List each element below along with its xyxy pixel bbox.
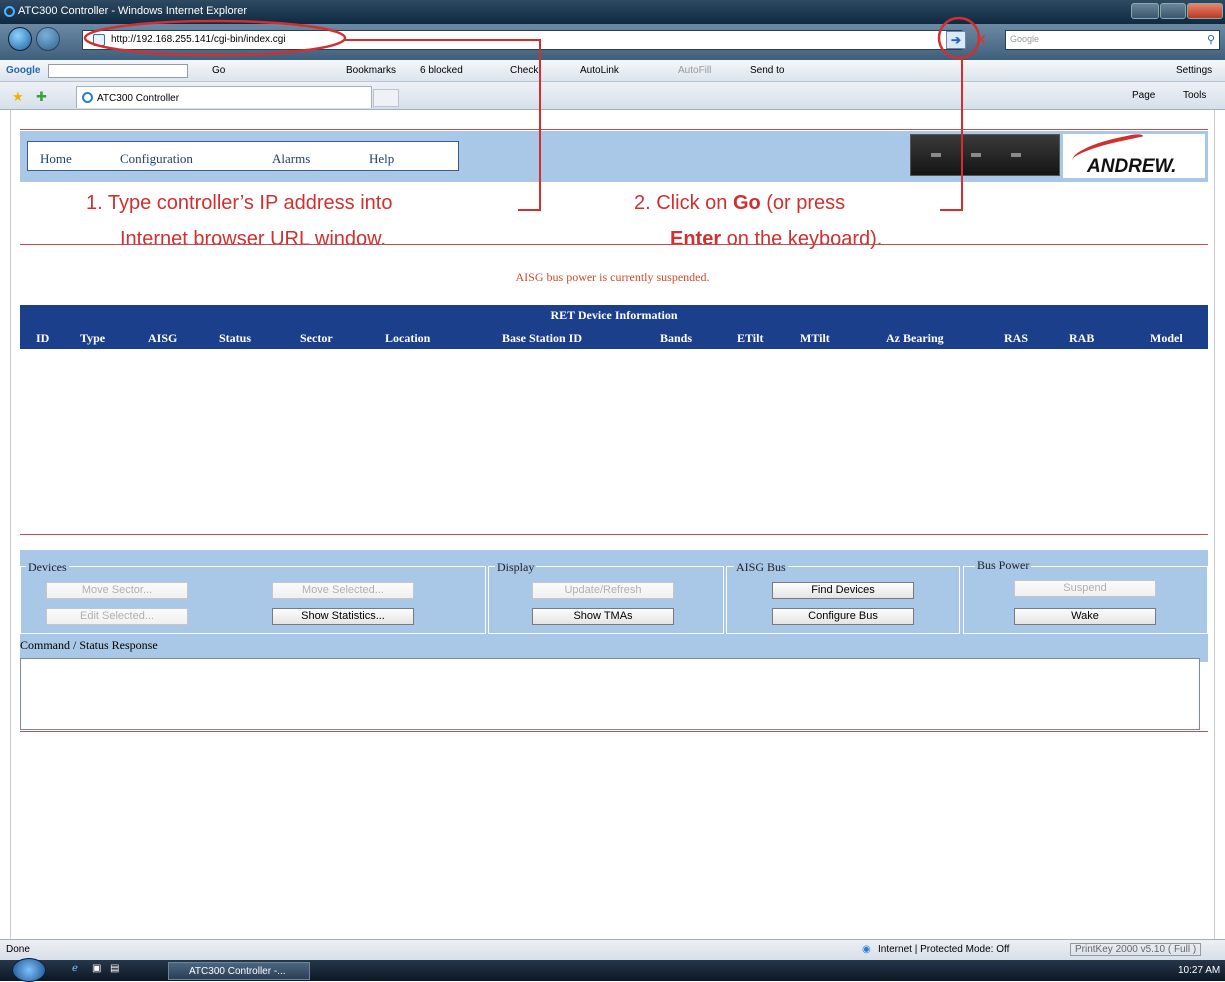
printkey-indicator: PrintKey 2000 v5.10 ( Full ) xyxy=(1070,943,1202,956)
taskbar: ℯ ▣ ▤ ATC300 Controller -... 10:27 AM xyxy=(0,958,1225,982)
show-desktop-icon[interactable]: ▣ xyxy=(92,963,101,974)
clock: 10:27 AM xyxy=(1178,965,1221,976)
update-refresh-button[interactable]: Update/Refresh xyxy=(532,582,674,599)
address-highlight-ellipse xyxy=(83,19,347,57)
aisg-bus-label: AISG Bus xyxy=(734,560,788,575)
taskbar-task-label: ATC300 Controller -... xyxy=(189,966,286,977)
annotation-step2-line1: 2. Click on Go (or press xyxy=(634,192,845,215)
bus-power-label: Bus Power xyxy=(975,558,1032,573)
column-status[interactable]: Status xyxy=(219,331,251,346)
go-highlight-circle xyxy=(937,16,981,60)
column-mtilt[interactable]: MTilt xyxy=(800,331,830,346)
find-devices-button[interactable]: Find Devices xyxy=(772,582,914,599)
configure-bus-button[interactable]: Configure Bus xyxy=(772,608,914,625)
column-ras[interactable]: RAS xyxy=(1004,331,1028,346)
annotation-step2-line2: Enter on the keyboard). xyxy=(670,228,882,251)
divider xyxy=(20,244,1208,245)
bus-power-status-message: AISG bus power is currently suspended. xyxy=(515,270,710,284)
column-sector[interactable]: Sector xyxy=(300,331,333,346)
switch-windows-icon[interactable]: ▤ xyxy=(110,963,119,974)
ret-table-title: RET Device Information xyxy=(550,308,678,322)
column-id[interactable]: ID xyxy=(36,331,49,346)
column-rab[interactable]: RAB xyxy=(1069,331,1094,346)
callout-line-2 xyxy=(940,58,963,211)
column-aisg[interactable]: AISG xyxy=(148,331,177,346)
column-etilt[interactable]: ETilt xyxy=(737,331,763,346)
start-button[interactable] xyxy=(12,958,46,982)
annotation-step2-go: Go xyxy=(732,192,761,214)
display-label: Display xyxy=(495,560,537,575)
status-bar: Done ◉ Internet | Protected Mode: Off Pr… xyxy=(0,939,1225,960)
internet-zone-icon: ◉ xyxy=(862,944,871,955)
move-selected-button[interactable]: Move Selected... xyxy=(272,582,414,599)
column-model[interactable]: Model xyxy=(1150,331,1183,346)
callout-lines xyxy=(83,16,981,211)
taskbar-task-ie[interactable]: ATC300 Controller -... xyxy=(168,962,310,980)
ret-device-table-header: RET Device Information ID Type AISG Stat… xyxy=(20,305,1208,349)
control-panel: Devices Display AISG Bus Bus Power Move … xyxy=(20,550,1208,662)
column-base-station-id[interactable]: Base Station ID xyxy=(502,331,582,346)
column-az-bearing[interactable]: Az Bearing xyxy=(886,331,944,346)
column-location[interactable]: Location xyxy=(385,331,430,346)
command-status-response[interactable] xyxy=(20,658,1200,730)
divider xyxy=(20,534,1208,535)
annotation-step1-line2: Internet browser URL window. xyxy=(120,228,387,250)
suspend-button[interactable]: Suspend xyxy=(1014,580,1156,597)
edit-selected-button[interactable]: Edit Selected... xyxy=(46,608,188,625)
annotation-step2-rest: on the keyboard). xyxy=(721,228,883,250)
security-zone[interactable]: Internet | Protected Mode: Off xyxy=(878,944,1009,955)
annotation-step2-enter: Enter xyxy=(670,228,722,250)
move-sector-button[interactable]: Move Sector... xyxy=(46,582,188,599)
annotation-step1-line1: 1. Type controller’s IP address into xyxy=(86,192,393,214)
show-tmas-button[interactable]: Show TMAs xyxy=(532,608,674,625)
callout-line-1 xyxy=(345,39,541,211)
status-text: Done xyxy=(6,944,30,955)
wake-button[interactable]: Wake xyxy=(1014,608,1156,625)
divider xyxy=(20,731,1208,732)
annotation-step2-suffix: (or press xyxy=(760,192,846,214)
column-bands[interactable]: Bands xyxy=(660,331,692,346)
annotation-step2-prefix: 2. Click on xyxy=(634,192,733,214)
ie-quicklaunch-icon[interactable]: ℯ xyxy=(72,963,78,974)
devices-label: Devices xyxy=(26,560,69,575)
show-statistics-button[interactable]: Show Statistics... xyxy=(272,608,414,625)
column-type[interactable]: Type xyxy=(80,331,105,346)
command-status-label: Command / Status Response xyxy=(20,638,158,652)
